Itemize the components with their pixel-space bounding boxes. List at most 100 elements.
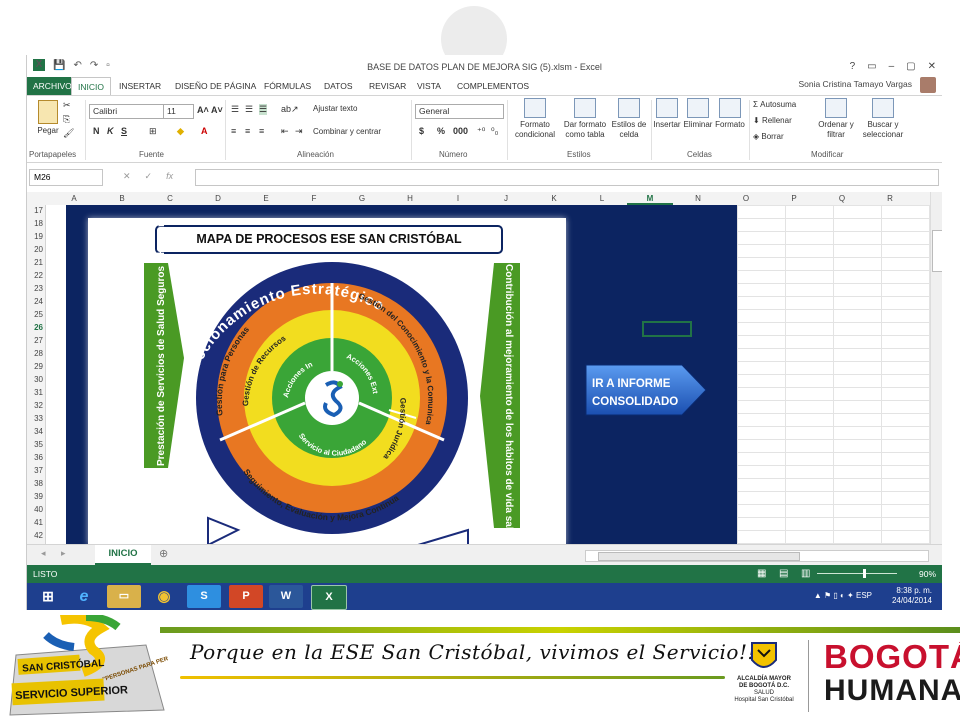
column-header[interactable]: I bbox=[435, 194, 481, 203]
user-name[interactable]: Sonia Cristina Tamayo Vargas bbox=[798, 79, 912, 89]
insert-function-button[interactable]: fx bbox=[166, 171, 173, 182]
row-header[interactable]: 18 bbox=[27, 219, 43, 228]
process-map-image[interactable]: MAPA DE PROCESOS ESE SAN CRISTÓBAL Direc… bbox=[88, 218, 566, 545]
align-bottom-icon[interactable]: ☰ bbox=[259, 104, 268, 115]
help-button[interactable]: ? bbox=[850, 61, 856, 72]
delete-cells-button[interactable]: Eliminar bbox=[683, 98, 713, 130]
chrome-icon[interactable]: ◉ bbox=[147, 585, 181, 608]
formula-input[interactable] bbox=[195, 169, 939, 186]
column-header[interactable]: K bbox=[531, 194, 577, 203]
column-header[interactable]: C bbox=[147, 194, 193, 203]
column-header[interactable]: E bbox=[243, 194, 289, 203]
column-header[interactable]: J bbox=[483, 194, 529, 203]
vertical-scrollbar[interactable] bbox=[930, 192, 942, 544]
powerpoint-icon[interactable]: P bbox=[229, 585, 263, 608]
merge-center-button[interactable]: Combinar y centrar bbox=[313, 127, 381, 137]
underline-button[interactable]: S bbox=[121, 126, 127, 136]
tab-vista[interactable]: VISTA bbox=[411, 77, 447, 95]
row-header[interactable]: 25 bbox=[27, 310, 43, 319]
column-header[interactable]: H bbox=[387, 194, 433, 203]
decrease-decimal-icon[interactable]: ⁰₀ bbox=[491, 126, 498, 137]
skype-icon[interactable]: S bbox=[187, 585, 221, 608]
format-cells-button[interactable]: Formato bbox=[715, 98, 745, 130]
tab-complementos[interactable]: COMPLEMENTOS bbox=[451, 77, 535, 95]
align-center-icon[interactable]: ≡ bbox=[245, 126, 250, 136]
fill-color-icon[interactable]: ◆ bbox=[177, 126, 184, 137]
selected-cell[interactable] bbox=[642, 321, 692, 337]
horizontal-scrollbar[interactable] bbox=[585, 550, 929, 562]
row-header[interactable]: 36 bbox=[27, 453, 43, 462]
confirm-icon[interactable]: ✓ bbox=[145, 171, 153, 182]
row-header[interactable]: 39 bbox=[27, 492, 43, 501]
grow-font-icon[interactable]: A˄ bbox=[197, 105, 209, 115]
close-button[interactable]: ✕ bbox=[928, 61, 936, 72]
tab-inicio[interactable]: INICIO bbox=[71, 77, 111, 96]
decrease-indent-icon[interactable]: ⇤ bbox=[281, 126, 289, 137]
add-sheet-icon[interactable]: ⊕ bbox=[159, 547, 168, 560]
tab-datos[interactable]: DATOS bbox=[318, 77, 359, 95]
percent-icon[interactable]: % bbox=[437, 126, 445, 136]
sheet-body[interactable]: MAPA DE PROCESOS ESE SAN CRISTÓBAL Direc… bbox=[46, 205, 930, 545]
copy-icon[interactable]: ⎘ bbox=[63, 114, 70, 125]
row-header[interactable]: 20 bbox=[27, 245, 43, 254]
row-header[interactable]: 21 bbox=[27, 258, 43, 267]
zoom-slider[interactable] bbox=[817, 569, 897, 578]
vertical-scroll-thumb[interactable] bbox=[932, 230, 942, 272]
shrink-font-icon[interactable]: A˅ bbox=[211, 105, 223, 115]
column-header[interactable]: O bbox=[723, 194, 769, 203]
tab-formulas[interactable]: FÓRMULAS bbox=[258, 77, 317, 95]
comma-style-icon[interactable]: 000 bbox=[453, 126, 468, 136]
column-header[interactable]: D bbox=[195, 194, 241, 203]
clear-button[interactable]: ◈ Borrar bbox=[753, 132, 784, 142]
borders-icon[interactable]: ⊞ bbox=[149, 126, 157, 137]
system-tray[interactable]: ▲ ⚑ ▯ ◐ ✦ ESP bbox=[814, 591, 872, 600]
internet-explorer-icon[interactable]: e bbox=[67, 585, 101, 608]
paste-button[interactable]: Pegar bbox=[33, 100, 63, 136]
insert-cells-button[interactable]: Insertar bbox=[653, 98, 681, 130]
column-header[interactable]: A bbox=[51, 194, 97, 203]
row-header[interactable]: 26 bbox=[27, 323, 43, 332]
row-header[interactable]: 32 bbox=[27, 401, 43, 410]
format-painter-icon[interactable]: 🖌 bbox=[63, 128, 74, 139]
maximize-button[interactable]: ▢ bbox=[906, 61, 915, 72]
row-header[interactable]: 27 bbox=[27, 336, 43, 345]
format-as-table-button[interactable]: Dar formato como tabla bbox=[561, 98, 609, 140]
row-header[interactable]: 29 bbox=[27, 362, 43, 371]
column-header[interactable]: B bbox=[99, 194, 145, 203]
next-sheet-icon[interactable]: ▸ bbox=[61, 548, 66, 559]
font-size-select[interactable]: 11 bbox=[163, 104, 194, 119]
prev-sheet-icon[interactable]: ◂ bbox=[41, 548, 46, 559]
row-header[interactable]: 41 bbox=[27, 518, 43, 527]
row-header[interactable]: 37 bbox=[27, 466, 43, 475]
empty-cells[interactable] bbox=[737, 205, 930, 545]
row-header[interactable]: 28 bbox=[27, 349, 43, 358]
column-header[interactable]: P bbox=[771, 194, 817, 203]
minimize-button[interactable]: – bbox=[889, 61, 895, 72]
cut-icon[interactable]: ✂ bbox=[63, 100, 71, 111]
normal-view-icon[interactable]: ▦ bbox=[757, 568, 766, 579]
zoom-level[interactable]: 90% bbox=[919, 569, 936, 579]
number-format-select[interactable]: General bbox=[415, 104, 504, 119]
avatar[interactable] bbox=[920, 77, 936, 93]
column-header[interactable]: L bbox=[579, 194, 625, 203]
row-header[interactable]: 38 bbox=[27, 479, 43, 488]
conditional-format-button[interactable]: Formato condicional bbox=[511, 98, 559, 140]
tab-insertar[interactable]: INSERTAR bbox=[113, 77, 167, 95]
row-header[interactable]: 34 bbox=[27, 427, 43, 436]
autosum-button[interactable]: Σ Autosuma bbox=[753, 100, 796, 110]
fill-button[interactable]: ⬇ Rellenar bbox=[753, 116, 792, 126]
row-header[interactable]: 24 bbox=[27, 297, 43, 306]
row-header[interactable]: 42 bbox=[27, 531, 43, 540]
find-select-button[interactable]: Buscar y seleccionar bbox=[859, 98, 907, 140]
column-header[interactable]: G bbox=[339, 194, 385, 203]
tab-revisar[interactable]: REVISAR bbox=[363, 77, 412, 95]
row-header[interactable]: 35 bbox=[27, 440, 43, 449]
row-header[interactable]: 30 bbox=[27, 375, 43, 384]
align-left-icon[interactable]: ≡ bbox=[231, 126, 236, 136]
informe-consolidado-button[interactable]: IR A INFORME CONSOLIDADO bbox=[584, 363, 708, 417]
page-break-icon[interactable]: ▥ bbox=[801, 568, 810, 579]
row-header[interactable]: 17 bbox=[27, 206, 43, 215]
increase-indent-icon[interactable]: ⇥ bbox=[295, 126, 303, 137]
word-icon[interactable]: W bbox=[269, 585, 303, 608]
row-header[interactable]: 40 bbox=[27, 505, 43, 514]
